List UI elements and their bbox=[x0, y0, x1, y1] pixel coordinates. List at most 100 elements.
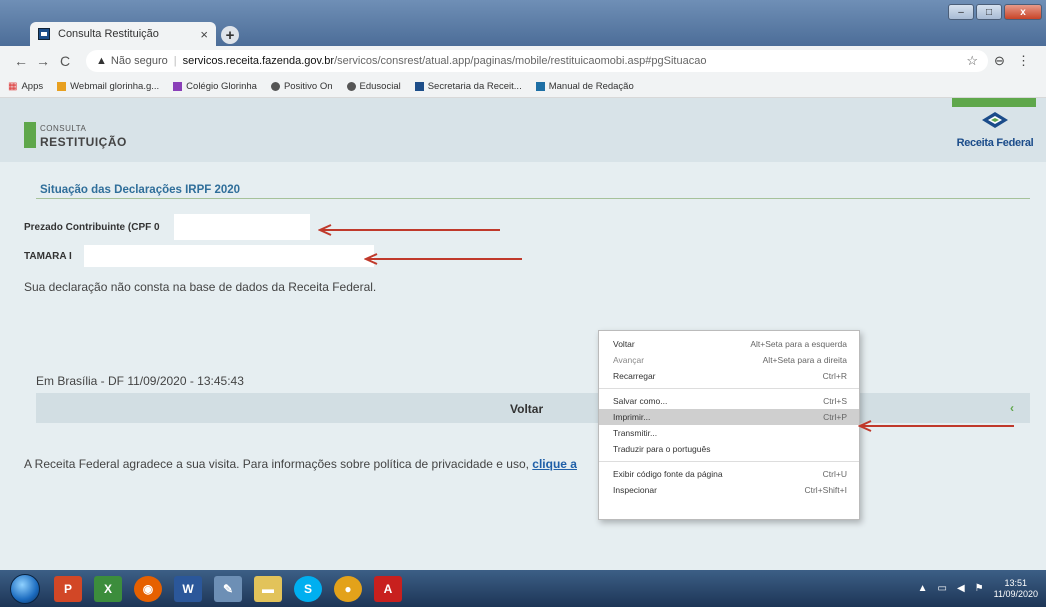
powerpoint-icon[interactable]: P bbox=[54, 575, 82, 602]
globe-icon bbox=[270, 82, 280, 91]
menu-separator bbox=[599, 461, 859, 462]
clock[interactable]: 13:51 11/09/2020 bbox=[994, 578, 1038, 600]
bookmark-star-icon[interactable]: ☆ bbox=[966, 53, 978, 69]
reload-button[interactable]: C bbox=[54, 53, 76, 69]
receita-icon bbox=[414, 82, 424, 91]
page-content: CONSULTA RESTITUIÇÃO Receita Federal Sit… bbox=[0, 98, 1046, 570]
menu-separator bbox=[599, 388, 859, 389]
bookmark-item[interactable]: Colégio Glorinha bbox=[173, 81, 257, 92]
menu-item-label: Salvar como... bbox=[613, 396, 668, 406]
receita-federal-logo: Receita Federal bbox=[954, 110, 1036, 160]
profile-icon[interactable]: ⊖ bbox=[994, 53, 1005, 69]
paint-icon[interactable]: ✎ bbox=[214, 575, 242, 602]
colegio-icon bbox=[173, 82, 183, 91]
context-menu-item[interactable]: Voltar Alt+Seta para a esquerda bbox=[599, 336, 859, 352]
bookmarks-bar: ▦ Apps Webmail glorinha.g... Colégio Glorin… bbox=[0, 76, 1046, 98]
bookmark-label: Apps bbox=[21, 81, 44, 92]
manual-icon bbox=[535, 82, 545, 91]
apps-grid-icon: ▦ bbox=[8, 81, 18, 92]
context-menu-item[interactable]: Salvar como... Ctrl+S bbox=[599, 393, 859, 409]
skype-icon[interactable]: S bbox=[294, 575, 322, 602]
context-menu-item[interactable]: Inspecionar Ctrl+Shift+I bbox=[599, 482, 859, 498]
maximize-button[interactable]: □ bbox=[976, 4, 1002, 20]
menu-item-shortcut: Alt+Seta para a esquerda bbox=[750, 339, 847, 349]
context-menu-item[interactable]: Transmitir... bbox=[599, 425, 859, 441]
url-host: servicos.receita.fazenda.gov.br bbox=[182, 55, 335, 67]
menu-item-label: Transmitir... bbox=[613, 428, 658, 438]
annotation-arrow-name bbox=[364, 253, 522, 265]
brand-title: RESTITUIÇÃO bbox=[40, 135, 127, 149]
excel-icon[interactable]: X bbox=[94, 575, 122, 602]
brand-small-text: CONSULTA bbox=[40, 124, 87, 133]
address-toolbar: ← → C ▲ Não seguro | servicos.receita.fa… bbox=[0, 46, 1046, 76]
redacted-name bbox=[84, 245, 374, 267]
clock-time: 13:51 bbox=[1004, 577, 1028, 588]
annotation-arrow-print bbox=[858, 420, 1014, 432]
webmail-icon bbox=[57, 82, 67, 91]
logo-text: Receita Federal bbox=[956, 137, 1034, 149]
address-separator: | bbox=[173, 55, 177, 67]
logo-accent-bar bbox=[952, 98, 1036, 107]
menu-item-label: Avançar bbox=[613, 355, 645, 365]
menu-item-label: Imprimir... bbox=[613, 412, 651, 422]
clock-date: 11/09/2020 bbox=[993, 588, 1038, 599]
bookmark-item[interactable]: ▦ Apps bbox=[8, 81, 43, 92]
url-path: /servicos/consrest/atual.app/paginas/mob… bbox=[334, 55, 707, 67]
bookmark-item[interactable]: Positivo On bbox=[270, 81, 333, 92]
context-menu-item[interactable]: Imprimir... Ctrl+P bbox=[599, 409, 859, 425]
annotation-arrow-cpf bbox=[318, 224, 500, 236]
menu-item-label: Exibir código fonte da página bbox=[613, 469, 723, 479]
status-message: Sua declaração não consta na base de dad… bbox=[24, 280, 377, 294]
tab-close-icon[interactable]: × bbox=[200, 27, 208, 42]
menu-item-shortcut: Ctrl+U bbox=[822, 469, 847, 479]
firefox-icon[interactable]: ◉ bbox=[134, 575, 162, 602]
folder-icon[interactable]: ▬ bbox=[254, 575, 282, 602]
flag-icon[interactable]: ⚑ bbox=[975, 583, 984, 594]
tray-arrow-icon[interactable]: ▲ bbox=[918, 583, 928, 594]
bookmark-label: Manual de Redação bbox=[548, 81, 634, 92]
bookmark-item[interactable]: Edusocial bbox=[346, 81, 401, 92]
menu-item-label: Voltar bbox=[613, 339, 635, 349]
bookmark-item[interactable]: Webmail glorinha.g... bbox=[57, 81, 159, 92]
page-header: CONSULTA RESTITUIÇÃO Receita Federal bbox=[0, 98, 1046, 162]
menu-item-shortcut: Ctrl+P bbox=[823, 412, 847, 422]
thanks-body: A Receita Federal agradece a sua visita.… bbox=[24, 457, 533, 471]
redacted-cpf bbox=[174, 214, 310, 240]
voltar-button[interactable]: Voltar ‹ bbox=[36, 393, 1030, 423]
menu-item-shortcut: Ctrl+R bbox=[822, 371, 847, 381]
browser-tab[interactable]: Consulta Restituição × bbox=[30, 22, 216, 46]
close-window-button[interactable]: x bbox=[1004, 4, 1042, 20]
bookmark-item[interactable]: Secretaria da Receit... bbox=[414, 81, 522, 92]
context-menu-item[interactable]: Traduzir para o português bbox=[599, 441, 859, 457]
window-titlebar: Consulta Restituição × + – □ x bbox=[0, 0, 1046, 46]
bookmark-label: Secretaria da Receit... bbox=[427, 81, 522, 92]
menu-dots-icon[interactable]: ⋮ bbox=[1017, 53, 1030, 69]
context-menu-item[interactable]: Recarregar Ctrl+R bbox=[599, 368, 859, 384]
menu-item-shortcut: Ctrl+S bbox=[823, 396, 847, 406]
new-tab-button[interactable]: + bbox=[221, 26, 239, 44]
bookmark-item[interactable]: Manual de Redação bbox=[535, 81, 634, 92]
chrome-icon[interactable]: ● bbox=[334, 575, 362, 602]
forward-button[interactable]: → bbox=[32, 53, 54, 69]
menu-item-label: Inspecionar bbox=[613, 485, 657, 495]
insecure-label: Não seguro bbox=[110, 55, 168, 67]
bookmark-label: Colégio Glorinha bbox=[186, 81, 257, 92]
section-divider bbox=[36, 198, 1030, 199]
globe-icon bbox=[346, 82, 356, 91]
acrobat-icon[interactable]: A bbox=[374, 575, 402, 602]
privacy-link[interactable]: clique a bbox=[532, 457, 577, 471]
context-menu-item[interactable]: Exibir código fonte da página Ctrl+U bbox=[599, 466, 859, 482]
bookmark-label: Webmail glorinha.g... bbox=[70, 81, 160, 92]
start-button[interactable] bbox=[10, 573, 40, 604]
back-button[interactable]: ← bbox=[10, 53, 32, 69]
word-icon[interactable]: W bbox=[174, 575, 202, 602]
volume-icon[interactable]: ◀ bbox=[957, 583, 965, 594]
address-input[interactable]: ▲ Não seguro | servicos.receita.fazenda.… bbox=[86, 50, 988, 72]
warning-icon: ▲ bbox=[96, 55, 107, 67]
context-menu-item[interactable]: Avançar Alt+Seta para a direita bbox=[599, 352, 859, 368]
minimize-button[interactable]: – bbox=[948, 4, 974, 20]
windows-taskbar: P X ◉ W ✎ ▬ S ● A ▲ ▭ ◀ ⚑ 13:51 11/09/20… bbox=[0, 570, 1046, 607]
network-icon[interactable]: ▭ bbox=[937, 583, 946, 594]
date-time-line: Em Brasília - DF 11/09/2020 - 13:45:43 bbox=[36, 374, 244, 388]
bookmark-label: Edusocial bbox=[359, 81, 401, 92]
